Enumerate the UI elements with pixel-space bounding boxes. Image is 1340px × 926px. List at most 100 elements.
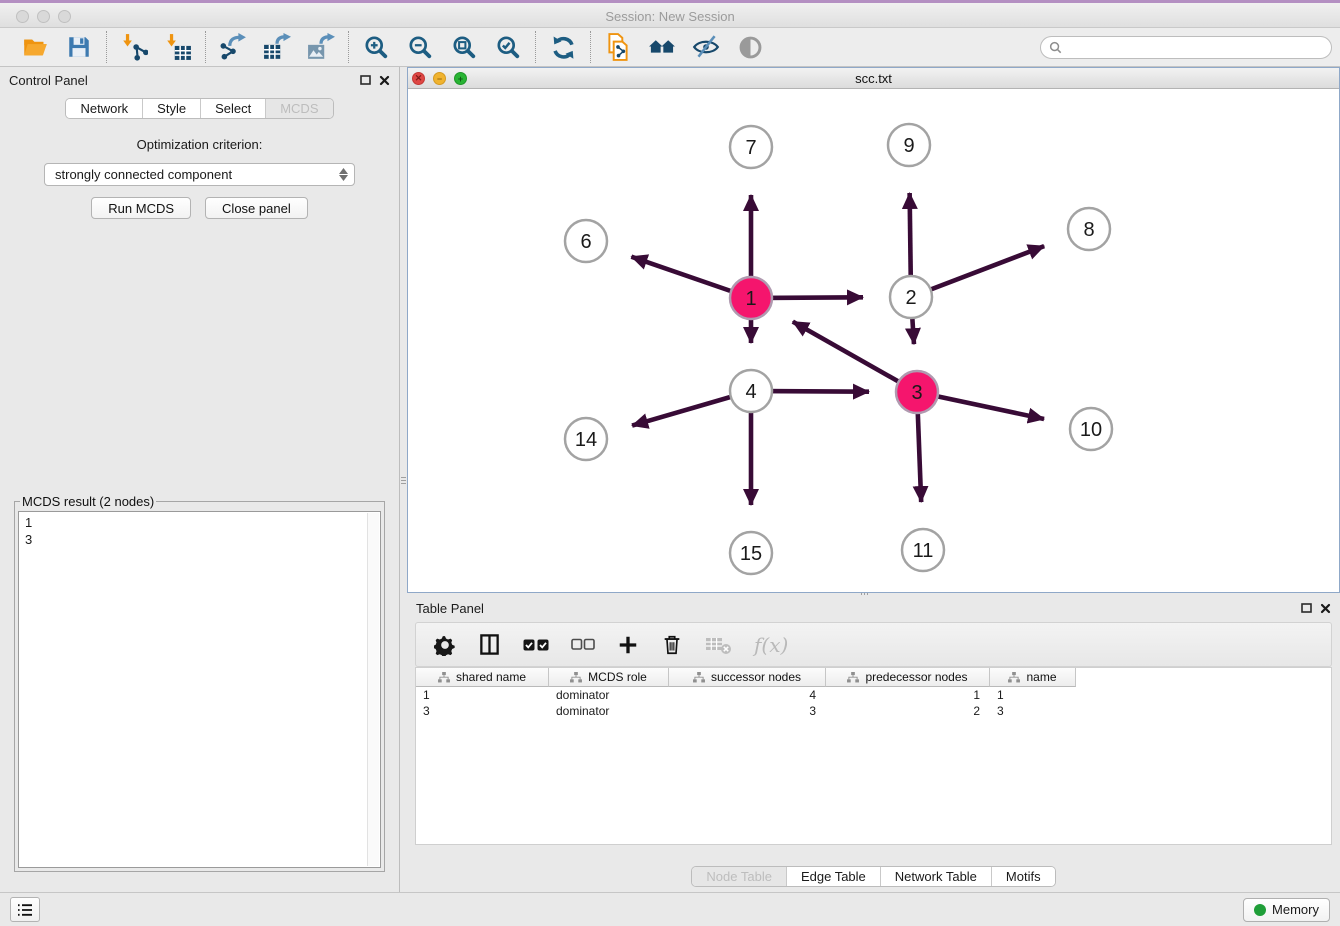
column-header-predecessor-nodes[interactable]: predecessor nodes <box>826 668 990 687</box>
table-cell[interactable]: dominator <box>549 703 669 719</box>
optimization-criterion-select[interactable]: strongly connected component <box>44 163 355 186</box>
graph-node-15[interactable]: 15 <box>730 532 772 574</box>
column-type-icon <box>693 672 705 683</box>
zoom-in-icon[interactable] <box>361 32 391 62</box>
status-bar: Memory <box>0 892 1340 926</box>
table-tab-motifs[interactable]: Motifs <box>991 867 1055 886</box>
app-title: Session: New Session <box>0 9 1340 24</box>
task-history-button[interactable] <box>10 897 40 922</box>
hide-panels-icon[interactable] <box>691 32 721 62</box>
network-window-title: scc.txt <box>855 71 892 86</box>
export-image-icon[interactable] <box>306 32 336 62</box>
table-tab-node-table[interactable]: Node Table <box>692 867 786 886</box>
column-header-label: MCDS role <box>588 670 647 684</box>
graph-node-7[interactable]: 7 <box>730 126 772 168</box>
search-field[interactable] <box>1040 36 1332 59</box>
graph-node-6[interactable]: 6 <box>565 220 607 262</box>
node-label-1: 1 <box>745 288 756 310</box>
graph-node-1[interactable]: 1 <box>730 277 772 319</box>
column-type-icon <box>438 672 450 683</box>
refresh-view-icon[interactable] <box>548 32 578 62</box>
control-panel: Control Panel NetworkStyleSelectMCDS Opt… <box>0 67 400 892</box>
table-cell[interactable]: dominator <box>549 687 669 703</box>
table-cell[interactable]: 4 <box>669 687 826 703</box>
table-cell[interactable]: 3 <box>416 703 549 719</box>
zoom-selected-icon[interactable] <box>493 32 523 62</box>
export-table-icon[interactable] <box>262 32 292 62</box>
table-header-row: shared name MCDS role successor nodesprede… <box>416 668 1331 687</box>
settings-gear-icon[interactable] <box>434 634 456 656</box>
table-toolbar: f(x) <box>415 622 1332 667</box>
node-label-10: 10 <box>1080 419 1102 441</box>
control-panel-title: Control Panel <box>9 73 88 88</box>
table-row[interactable]: 1dominator411 <box>416 687 1331 703</box>
memory-label: Memory <box>1272 902 1319 917</box>
graph-node-9[interactable]: 9 <box>888 124 930 166</box>
float-panel-icon[interactable] <box>360 75 371 85</box>
optimization-criterion-label: Optimization criterion: <box>8 137 391 152</box>
table-cell[interactable]: 1 <box>416 687 549 703</box>
zoom-fit-icon[interactable] <box>449 32 479 62</box>
close-table-panel-icon[interactable] <box>1320 603 1331 614</box>
import-network-icon[interactable] <box>119 32 149 62</box>
node-label-9: 9 <box>903 135 914 157</box>
zoom-out-icon[interactable] <box>405 32 435 62</box>
table-row[interactable]: 3dominator323 <box>416 703 1331 719</box>
column-header-successor-nodes[interactable]: successor nodes <box>669 668 826 687</box>
graph-node-2[interactable]: 2 <box>890 276 932 318</box>
run-mcds-button[interactable]: Run MCDS <box>91 197 191 219</box>
import-table-icon[interactable] <box>163 32 193 62</box>
node-label-15: 15 <box>740 543 762 565</box>
open-session-icon[interactable] <box>20 32 50 62</box>
network-maximize-button[interactable]: + <box>454 72 467 85</box>
network-close-button[interactable]: ✕ <box>412 72 425 85</box>
graph-node-4[interactable]: 4 <box>730 370 772 412</box>
save-session-icon[interactable] <box>64 32 94 62</box>
column-header-MCDS-role[interactable]: MCDS role <box>549 668 669 687</box>
node-label-14: 14 <box>575 429 597 451</box>
deselect-all-rows-icon[interactable] <box>571 638 595 651</box>
vertical-splitter-grip[interactable] <box>401 468 406 492</box>
function-builder-icon[interactable]: f(x) <box>754 633 788 657</box>
app-titlebar: Session: New Session <box>0 0 1340 28</box>
graph-node-8[interactable]: 8 <box>1068 208 1110 250</box>
add-column-icon[interactable] <box>617 634 639 656</box>
table-cell[interactable]: 2 <box>826 703 990 719</box>
mcds-result-text[interactable]: 1 3 <box>18 511 381 868</box>
node-label-8: 8 <box>1083 219 1094 241</box>
column-header-shared-name[interactable]: shared name <box>416 668 549 687</box>
column-header-name[interactable]: name <box>990 668 1076 687</box>
close-panel-icon[interactable] <box>379 75 390 86</box>
float-table-panel-icon[interactable] <box>1301 603 1312 613</box>
table-tab-edge-table[interactable]: Edge Table <box>786 867 880 886</box>
graph-node-3[interactable]: 3 <box>896 371 938 413</box>
network-minimize-button[interactable]: − <box>433 72 446 85</box>
export-network-icon[interactable] <box>218 32 248 62</box>
delete-columns-icon[interactable] <box>661 634 683 656</box>
node-label-2: 2 <box>905 287 916 309</box>
table-cell[interactable]: 3 <box>669 703 826 719</box>
table-tab-network-table[interactable]: Network Table <box>880 867 991 886</box>
graph-node-11[interactable]: 11 <box>902 529 944 571</box>
search-input[interactable] <box>1067 40 1323 54</box>
result-scrollbar[interactable] <box>367 513 379 866</box>
home-layout-icon[interactable] <box>647 32 677 62</box>
toggle-view-icon[interactable] <box>735 32 765 62</box>
node-label-7: 7 <box>745 137 756 159</box>
select-all-rows-icon[interactable] <box>523 638 549 652</box>
network-canvas[interactable]: 1 2 3 4 6 7 8 9 10 11 14 15 <box>408 89 1339 592</box>
close-panel-button[interactable]: Close panel <box>205 197 308 219</box>
network-view-window: ✕ − + scc.txt 1 2 3 4 6 7 8 9 10 11 14 15 <box>407 67 1340 593</box>
table-cell[interactable]: 1 <box>990 687 1076 703</box>
table-cell[interactable]: 1 <box>826 687 990 703</box>
node-label-11: 11 <box>913 540 934 562</box>
table-tab-segmented-control: Node TableEdge TableNetwork TableMotifs <box>691 866 1055 887</box>
node-label-6: 6 <box>580 231 591 253</box>
memory-button[interactable]: Memory <box>1243 898 1330 922</box>
delete-table-icon[interactable] <box>705 635 732 655</box>
table-cell[interactable]: 3 <box>990 703 1076 719</box>
graph-node-10[interactable]: 10 <box>1070 408 1112 450</box>
duplicate-network-icon[interactable] <box>603 32 633 62</box>
split-columns-icon[interactable] <box>478 633 501 656</box>
graph-node-14[interactable]: 14 <box>565 418 607 460</box>
